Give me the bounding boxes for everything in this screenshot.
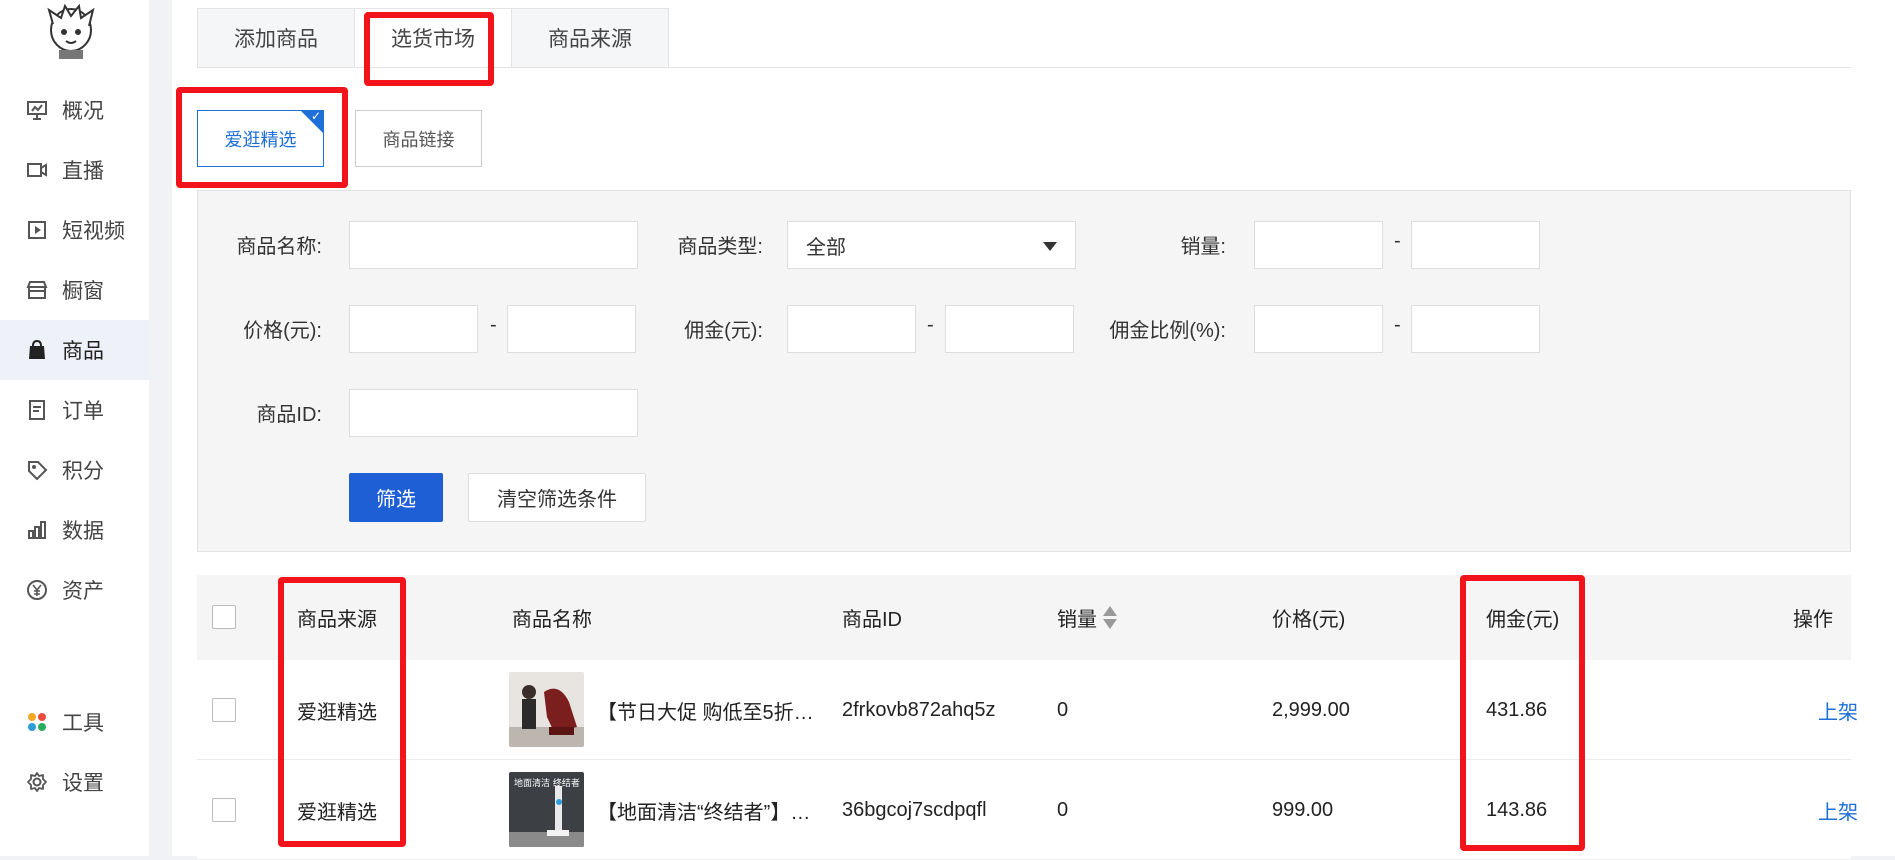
column-header-sales[interactable]: 销量 [1057, 575, 1117, 660]
play-square-icon [26, 219, 48, 241]
column-header-name: 商品名称 [512, 609, 592, 631]
product-name-input[interactable] [349, 221, 638, 269]
row-checkbox[interactable] [212, 698, 236, 722]
filter-label-type: 商品类型: [677, 236, 763, 258]
sort-icon[interactable] [1103, 606, 1117, 629]
row-sales: 0 [1057, 798, 1069, 821]
sidebar-item-label: 设置 [62, 772, 104, 795]
filter-label-id: 商品ID: [256, 404, 322, 426]
sidebar-item-showcase[interactable]: 橱窗 [0, 260, 149, 320]
sidebar-item-live[interactable]: 直播 [0, 140, 149, 200]
shopping-bag-icon [26, 339, 48, 361]
tab-product-source[interactable]: 商品来源 [511, 8, 669, 68]
column-header-action: 操作 [1793, 609, 1833, 631]
sidebar-item-label: 数据 [62, 520, 104, 543]
column-header-sales-label: 销量 [1057, 609, 1097, 631]
avatar-logo[interactable] [41, 3, 101, 60]
product-type-value: 全部 [806, 236, 846, 259]
range-dash: - [1394, 230, 1401, 252]
ratio-min-input[interactable] [1254, 305, 1383, 353]
filter-label-ratio: 佣金比例(%): [1109, 320, 1226, 342]
select-all-checkbox[interactable] [212, 605, 236, 629]
sidebar-item-label: 橱窗 [62, 280, 104, 303]
range-dash: - [1394, 314, 1401, 336]
annotation-box-source [176, 87, 348, 188]
annotation-box-commission-column [1460, 575, 1585, 851]
range-dash: - [490, 314, 497, 336]
sidebar-item-assets[interactable]: 资产 [0, 560, 149, 620]
product-thumbnail-massage-chair[interactable] [509, 672, 584, 747]
storefront-icon [26, 279, 48, 301]
filter-button[interactable]: 筛选 [349, 473, 443, 522]
row-product-name[interactable]: 【地面清洁“终结者”】… [597, 760, 810, 860]
clear-filters-button[interactable]: 清空筛选条件 [468, 473, 646, 522]
filter-panel: 商品名称: 商品类型: 全部 销量: - 价格(元): - 佣金(元): - 佣… [197, 190, 1851, 552]
sidebar-item-label: 概况 [62, 100, 104, 123]
tab-add-product[interactable]: 添加商品 [197, 8, 355, 68]
column-header-price: 价格(元) [1272, 609, 1346, 631]
sidebar-item-label: 资产 [62, 580, 104, 603]
filter-label-name: 商品名称: [236, 236, 322, 258]
table-row: 爱逛精选 地面清洁 终结者 【地面清洁“终结者”】… 36bgcoj7scdpq… [197, 760, 1858, 860]
sidebar-item-points[interactable]: 积分 [0, 440, 149, 500]
price-min-input[interactable] [349, 305, 478, 353]
sidebar-item-label: 直播 [62, 160, 104, 183]
sidebar-item-label: 工具 [62, 712, 104, 735]
sidebar-item-orders[interactable]: 订单 [0, 380, 149, 440]
sidebar-item-short-video[interactable]: 短视频 [0, 200, 149, 260]
presentation-icon [26, 99, 48, 121]
sidebar-item-label: 短视频 [62, 220, 125, 243]
gear-icon [26, 771, 48, 793]
product-id-input[interactable] [349, 389, 638, 437]
column-header-id: 商品ID [842, 609, 902, 631]
row-sales: 0 [1057, 698, 1069, 721]
annotation-box-tab [364, 12, 494, 86]
caret-down-icon [1043, 242, 1057, 251]
document-icon [26, 399, 48, 421]
ratio-max-input[interactable] [1411, 305, 1540, 353]
list-product-button[interactable]: 上架 [1818, 660, 1858, 760]
yuan-circle-icon [26, 579, 48, 601]
sidebar-item-settings[interactable]: 设置 [0, 752, 149, 812]
sidebar-item-data[interactable]: 数据 [0, 500, 149, 560]
sidebar-item-products[interactable]: 商品 [0, 320, 149, 380]
table-row: 爱逛精选 【节日大促 购低至5折… 2frkovb872ahq5z 0 2,99… [197, 660, 1858, 760]
sidebar-item-label: 积分 [62, 460, 104, 483]
sidebar: 概况 直播 短视频 橱窗 商品 订单 积分 数据 资产 工具 设置 [0, 0, 149, 856]
source-button-label: 商品链接 [382, 129, 455, 150]
location-tag-icon [26, 459, 48, 481]
annotation-box-source-column [278, 577, 406, 847]
sidebar-item-label: 订单 [62, 400, 104, 423]
filter-label-commission: 佣金(元): [684, 320, 763, 342]
color-dots-icon [26, 711, 48, 733]
range-dash: - [927, 314, 934, 336]
sidebar-item-tools[interactable]: 工具 [0, 692, 149, 752]
table-header: 商品来源 商品名称 商品ID 销量 价格(元) 佣金(元) 操作 [197, 575, 1851, 660]
source-button-product-link[interactable]: 商品链接 [355, 110, 482, 167]
row-product-id: 2frkovb872ahq5z [842, 698, 996, 721]
thumbnail-caption: 地面清洁 终结者 [514, 777, 580, 789]
video-camera-icon [26, 159, 48, 181]
commission-max-input[interactable] [945, 305, 1074, 353]
filter-label-sales: 销量: [1180, 236, 1226, 258]
sales-max-input[interactable] [1411, 221, 1540, 269]
row-product-id: 36bgcoj7scdpqfl [842, 798, 987, 821]
product-thumbnail-floor-cleaner[interactable]: 地面清洁 终结者 [509, 772, 584, 847]
product-type-select[interactable]: 全部 [787, 221, 1076, 269]
commission-min-input[interactable] [787, 305, 916, 353]
row-price: 2,999.00 [1272, 698, 1350, 721]
filter-label-price: 价格(元): [243, 320, 322, 342]
row-price: 999.00 [1272, 798, 1334, 821]
sidebar-item-label: 商品 [62, 340, 104, 363]
price-max-input[interactable] [507, 305, 636, 353]
bar-chart-icon [26, 519, 48, 541]
main-content: 添加商品 选货市场 商品来源 爱逛精选 ✓ 商品链接 商品名称: 商品类型: 全… [172, 0, 1895, 860]
row-checkbox[interactable] [212, 798, 236, 822]
list-product-button[interactable]: 上架 [1818, 760, 1858, 860]
sidebar-item-overview[interactable]: 概况 [0, 80, 149, 140]
row-product-name[interactable]: 【节日大促 购低至5折… [597, 660, 814, 760]
sales-min-input[interactable] [1254, 221, 1383, 269]
